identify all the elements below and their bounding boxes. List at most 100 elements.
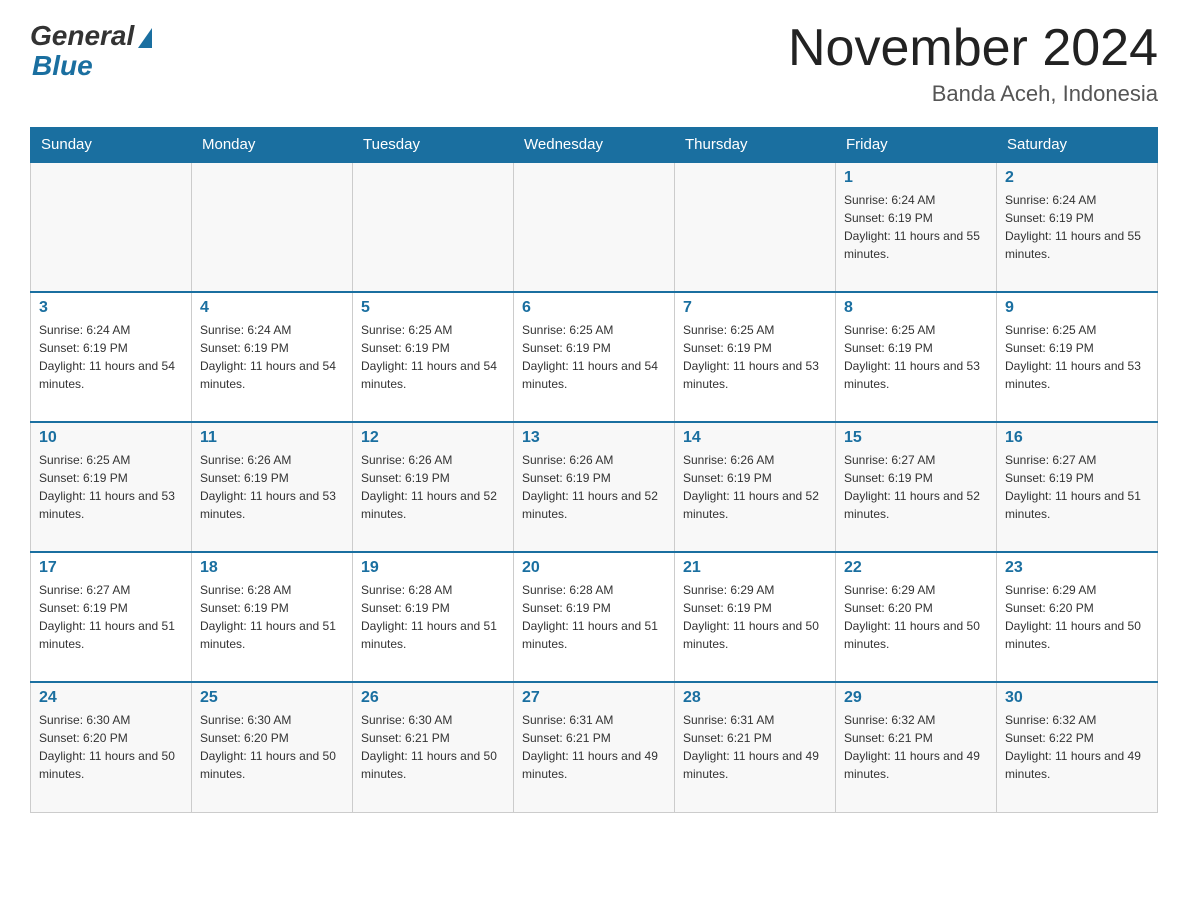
day-number: 22: [844, 559, 988, 577]
calendar-cell: 26Sunrise: 6:30 AM Sunset: 6:21 PM Dayli…: [353, 682, 514, 812]
day-number: 29: [844, 689, 988, 707]
day-info: Sunrise: 6:27 AM Sunset: 6:19 PM Dayligh…: [844, 451, 988, 523]
logo-general-text: General: [30, 20, 134, 52]
calendar-week-row: 3 Sunrise: 6:24 AM Sunset: 6:19 PM Daylig…: [31, 292, 1158, 422]
day-number: 30: [1005, 689, 1149, 707]
calendar-cell: 10 Sunrise: 6:25 AM Sunset: 6:19 PM Dayli…: [31, 422, 192, 552]
calendar-cell: 1 Sunrise: 6:24 AM Sunset: 6:19 PM Daylig…: [836, 162, 997, 292]
calendar-cell: 18Sunrise: 6:28 AM Sunset: 6:19 PM Dayli…: [192, 552, 353, 682]
day-number: 2: [1005, 169, 1149, 187]
day-number: 9: [1005, 299, 1149, 317]
calendar-cell: 7Sunrise: 6:25 AM Sunset: 6:19 PM Daylig…: [675, 292, 836, 422]
day-number: 1: [844, 169, 988, 187]
calendar-cell: 2 Sunrise: 6:24 AM Sunset: 6:19 PM Daylig…: [997, 162, 1158, 292]
day-info: Sunrise: 6:30 AM Sunset: 6:21 PM Dayligh…: [361, 711, 505, 783]
day-number: 4: [200, 299, 344, 317]
day-number: 23: [1005, 559, 1149, 577]
calendar-week-row: 1 Sunrise: 6:24 AM Sunset: 6:19 PM Daylig…: [31, 162, 1158, 292]
calendar-cell: 6 Sunrise: 6:25 AM Sunset: 6:19 PM Daylig…: [514, 292, 675, 422]
calendar-cell: 4 Sunrise: 6:24 AM Sunset: 6:19 PM Daylig…: [192, 292, 353, 422]
logo: General Blue: [30, 20, 152, 82]
day-info: Sunrise: 6:28 AM Sunset: 6:19 PM Dayligh…: [361, 581, 505, 653]
calendar-cell: 19Sunrise: 6:28 AM Sunset: 6:19 PM Dayli…: [353, 552, 514, 682]
day-number: 25: [200, 689, 344, 707]
calendar-cell: 11 Sunrise: 6:26 AM Sunset: 6:19 PM Dayli…: [192, 422, 353, 552]
calendar-cell: 21 Sunrise: 6:29 AM Sunset: 6:19 PM Dayli…: [675, 552, 836, 682]
calendar-cell: 15 Sunrise: 6:27 AM Sunset: 6:19 PM Dayli…: [836, 422, 997, 552]
col-header-saturday: Saturday: [997, 128, 1158, 163]
day-info: Sunrise: 6:28 AM Sunset: 6:19 PM Dayligh…: [200, 581, 344, 653]
day-number: 5: [361, 299, 505, 317]
day-info: Sunrise: 6:32 AM Sunset: 6:21 PM Dayligh…: [844, 711, 988, 783]
day-number: 17: [39, 559, 183, 577]
col-header-thursday: Thursday: [675, 128, 836, 163]
day-number: 10: [39, 429, 183, 447]
calendar-cell: 24 Sunrise: 6:30 AM Sunset: 6:20 PM Dayli…: [31, 682, 192, 812]
calendar-cell: 13Sunrise: 6:26 AM Sunset: 6:19 PM Dayli…: [514, 422, 675, 552]
calendar-cell: [353, 162, 514, 292]
day-info: Sunrise: 6:27 AM Sunset: 6:19 PM Dayligh…: [1005, 451, 1149, 523]
day-number: 15: [844, 429, 988, 447]
calendar-cell: [192, 162, 353, 292]
day-info: Sunrise: 6:29 AM Sunset: 6:19 PM Dayligh…: [683, 581, 827, 653]
calendar-cell: 23 Sunrise: 6:29 AM Sunset: 6:20 PM Dayli…: [997, 552, 1158, 682]
day-number: 24: [39, 689, 183, 707]
day-number: 11: [200, 429, 344, 447]
day-info: Sunrise: 6:25 AM Sunset: 6:19 PM Dayligh…: [1005, 321, 1149, 393]
calendar-cell: 28 Sunrise: 6:31 AM Sunset: 6:21 PM Dayli…: [675, 682, 836, 812]
title-block: November 2024 Banda Aceh, Indonesia: [788, 20, 1158, 107]
calendar-cell: [514, 162, 675, 292]
day-number: 12: [361, 429, 505, 447]
day-info: Sunrise: 6:30 AM Sunset: 6:20 PM Dayligh…: [200, 711, 344, 783]
day-info: Sunrise: 6:31 AM Sunset: 6:21 PM Dayligh…: [683, 711, 827, 783]
day-info: Sunrise: 6:29 AM Sunset: 6:20 PM Dayligh…: [1005, 581, 1149, 653]
day-info: Sunrise: 6:32 AM Sunset: 6:22 PM Dayligh…: [1005, 711, 1149, 783]
col-header-wednesday: Wednesday: [514, 128, 675, 163]
day-info: Sunrise: 6:26 AM Sunset: 6:19 PM Dayligh…: [522, 451, 666, 523]
day-info: Sunrise: 6:26 AM Sunset: 6:19 PM Dayligh…: [361, 451, 505, 523]
day-info: Sunrise: 6:26 AM Sunset: 6:19 PM Dayligh…: [683, 451, 827, 523]
calendar-week-row: 10 Sunrise: 6:25 AM Sunset: 6:19 PM Dayli…: [31, 422, 1158, 552]
day-number: 16: [1005, 429, 1149, 447]
day-number: 21: [683, 559, 827, 577]
day-info: Sunrise: 6:28 AM Sunset: 6:19 PM Dayligh…: [522, 581, 666, 653]
day-number: 6: [522, 299, 666, 317]
calendar-week-row: 24 Sunrise: 6:30 AM Sunset: 6:20 PM Dayli…: [31, 682, 1158, 812]
calendar-header-row: SundayMondayTuesdayWednesdayThursdayFrid…: [31, 128, 1158, 163]
day-info: Sunrise: 6:27 AM Sunset: 6:19 PM Dayligh…: [39, 581, 183, 653]
day-info: Sunrise: 6:24 AM Sunset: 6:19 PM Dayligh…: [200, 321, 344, 393]
day-number: 7: [683, 299, 827, 317]
day-number: 14: [683, 429, 827, 447]
col-header-friday: Friday: [836, 128, 997, 163]
calendar-cell: 20 Sunrise: 6:28 AM Sunset: 6:19 PM Dayli…: [514, 552, 675, 682]
logo-triangle-icon: [138, 28, 152, 48]
day-info: Sunrise: 6:24 AM Sunset: 6:19 PM Dayligh…: [844, 191, 988, 263]
calendar-cell: 5Sunrise: 6:25 AM Sunset: 6:19 PM Daylig…: [353, 292, 514, 422]
day-info: Sunrise: 6:25 AM Sunset: 6:19 PM Dayligh…: [39, 451, 183, 523]
day-info: Sunrise: 6:26 AM Sunset: 6:19 PM Dayligh…: [200, 451, 344, 523]
calendar-cell: 27 Sunrise: 6:31 AM Sunset: 6:21 PM Dayli…: [514, 682, 675, 812]
calendar-cell: 25 Sunrise: 6:30 AM Sunset: 6:20 PM Dayli…: [192, 682, 353, 812]
day-info: Sunrise: 6:24 AM Sunset: 6:19 PM Dayligh…: [1005, 191, 1149, 263]
day-info: Sunrise: 6:30 AM Sunset: 6:20 PM Dayligh…: [39, 711, 183, 783]
day-number: 3: [39, 299, 183, 317]
col-header-sunday: Sunday: [31, 128, 192, 163]
day-info: Sunrise: 6:29 AM Sunset: 6:20 PM Dayligh…: [844, 581, 988, 653]
day-number: 28: [683, 689, 827, 707]
calendar-cell: [675, 162, 836, 292]
calendar-cell: 12 Sunrise: 6:26 AM Sunset: 6:19 PM Dayli…: [353, 422, 514, 552]
calendar-cell: 14 Sunrise: 6:26 AM Sunset: 6:19 PM Dayli…: [675, 422, 836, 552]
calendar-cell: 8Sunrise: 6:25 AM Sunset: 6:19 PM Daylig…: [836, 292, 997, 422]
location-subtitle: Banda Aceh, Indonesia: [788, 81, 1158, 107]
calendar-cell: 22 Sunrise: 6:29 AM Sunset: 6:20 PM Dayli…: [836, 552, 997, 682]
day-info: Sunrise: 6:31 AM Sunset: 6:21 PM Dayligh…: [522, 711, 666, 783]
col-header-tuesday: Tuesday: [353, 128, 514, 163]
calendar-cell: [31, 162, 192, 292]
day-number: 27: [522, 689, 666, 707]
calendar-cell: 9 Sunrise: 6:25 AM Sunset: 6:19 PM Daylig…: [997, 292, 1158, 422]
day-info: Sunrise: 6:25 AM Sunset: 6:19 PM Dayligh…: [522, 321, 666, 393]
day-number: 20: [522, 559, 666, 577]
calendar-week-row: 17 Sunrise: 6:27 AM Sunset: 6:19 PM Dayli…: [31, 552, 1158, 682]
calendar-cell: 3Sunrise: 6:24 AM Sunset: 6:19 PM Daylig…: [31, 292, 192, 422]
day-number: 8: [844, 299, 988, 317]
